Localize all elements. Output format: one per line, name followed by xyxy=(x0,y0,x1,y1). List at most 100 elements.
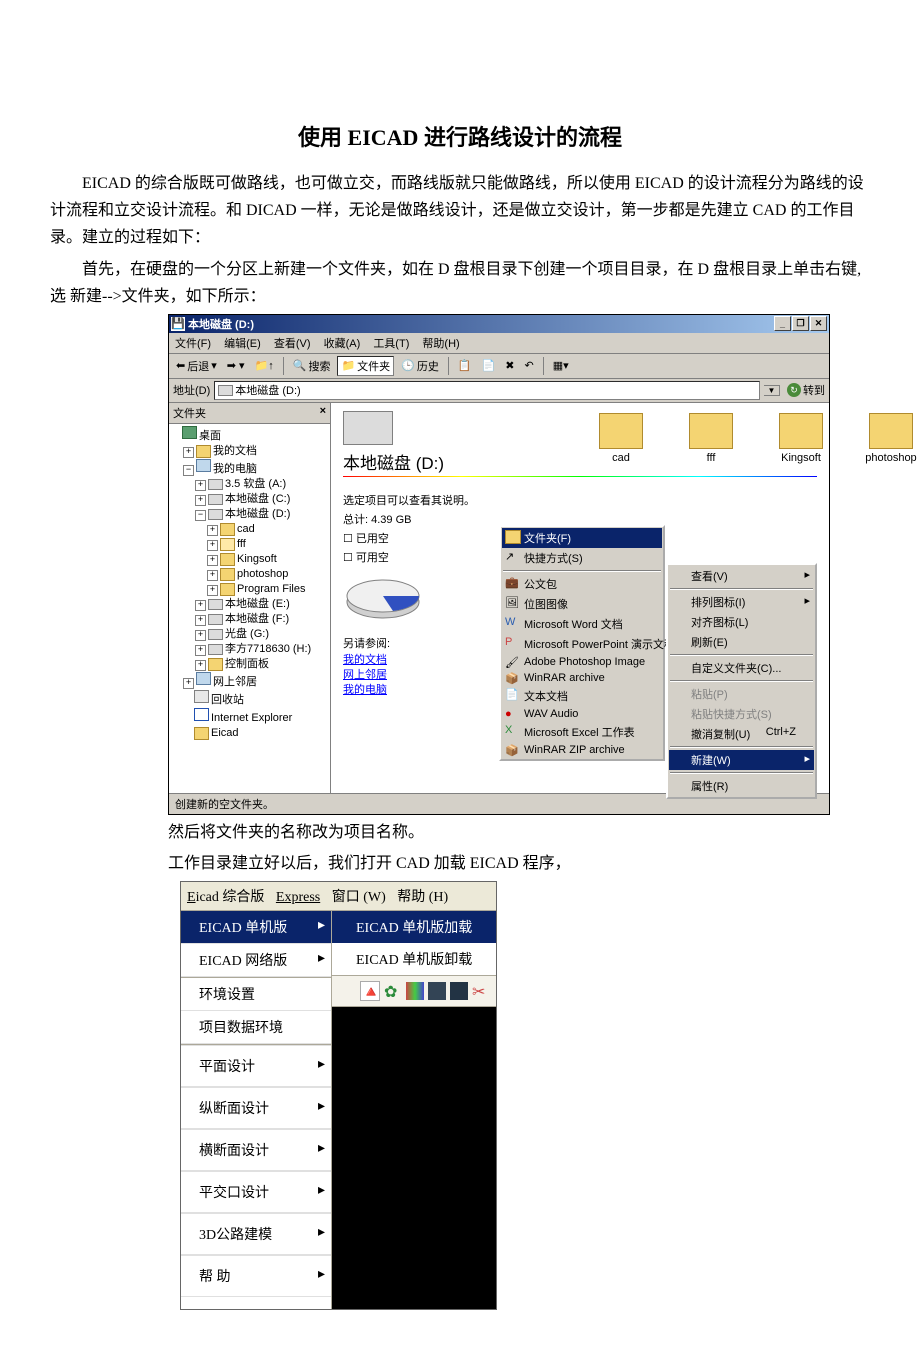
folder-cad[interactable]: cad xyxy=(591,413,651,476)
doc-title: 使用 EICAD 进行路线设计的流程 xyxy=(50,120,870,152)
paragraph-4: 工作目录建立好以后，我们打开 CAD 加载 EICAD 程序， xyxy=(168,850,870,877)
close-button[interactable]: ✕ xyxy=(810,316,827,331)
ctx-view[interactable]: 查看(V)▸ xyxy=(669,566,814,586)
maximize-button[interactable]: ❐ xyxy=(792,316,809,331)
tool-icon-6[interactable]: ✂ xyxy=(472,982,490,1000)
pie-icon xyxy=(343,574,423,624)
tool-icon-3[interactable] xyxy=(406,982,424,1000)
content-pane[interactable]: 本地磁盘 (D:) 选定项目可以查看其说明。 总计: 4.39 GB ☐ 已用空… xyxy=(331,403,829,793)
tool-icon-2[interactable]: ✿ xyxy=(384,982,402,1000)
new-submenu[interactable]: 文件夹(F) ↗快捷方式(S) 💼公文包 🖼位图图像 WMicrosoft Wo… xyxy=(499,525,665,761)
new-shortcut-item[interactable]: ↗快捷方式(S) xyxy=(502,548,662,568)
folders-button[interactable]: 📁文件夹 xyxy=(337,356,394,376)
menu-express[interactable]: Express xyxy=(276,890,320,905)
ctx-new[interactable]: 新建(W)▸ xyxy=(669,750,814,770)
folder-tree[interactable]: 桌面 +我的文档 −我的电脑 +3.5 软盘 (A:) +本地磁盘 (C:) −… xyxy=(169,424,330,743)
eicad-standalone[interactable]: EICAD 单机版▸ xyxy=(181,911,331,944)
drive-large-icon xyxy=(343,411,393,445)
ctx-properties[interactable]: 属性(R) xyxy=(669,776,814,796)
tool-icon-4[interactable] xyxy=(428,982,446,1000)
views-button[interactable]: ▦▾ xyxy=(550,358,572,373)
intersection-design[interactable]: 平交口设计▸ xyxy=(181,1171,331,1213)
eicad-submenu[interactable]: EICAD 单机版加载 EICAD 单机版卸载 xyxy=(332,911,496,976)
new-word[interactable]: WMicrosoft Word 文档 xyxy=(502,614,662,634)
new-psd[interactable]: 🖌Adobe Photoshop Image xyxy=(502,654,662,670)
go-button[interactable]: ↻转到 xyxy=(787,382,825,398)
undo-button[interactable]: ↶ xyxy=(521,358,536,373)
new-txt[interactable]: 📄文本文档 xyxy=(502,686,662,706)
menu-view[interactable]: 查看(V) xyxy=(274,338,311,350)
ctx-refresh[interactable]: 刷新(E) xyxy=(669,632,814,652)
new-briefcase[interactable]: 💼公文包 xyxy=(502,574,662,594)
new-wav[interactable]: ●WAV Audio xyxy=(502,706,662,722)
search-button[interactable]: 🔍搜索 xyxy=(290,357,334,375)
new-zip[interactable]: 📦WinRAR ZIP archive xyxy=(502,742,662,758)
new-excel[interactable]: XMicrosoft Excel 工作表 xyxy=(502,722,662,742)
context-menu[interactable]: 查看(V)▸ 排列图标(I)▸ 对齐图标(L) 刷新(E) 自定义文件夹(C).… xyxy=(666,563,817,799)
plane-design[interactable]: 平面设计▸ xyxy=(181,1045,331,1087)
eicad-toolbar: 🔺 ✿ ✂ xyxy=(332,976,496,1007)
3d-road-model[interactable]: 3D公路建模▸ xyxy=(181,1213,331,1255)
titlebar[interactable]: 💾 本地磁盘 (D:) _ ❐ ✕ xyxy=(169,315,829,333)
move-button[interactable]: 📋 xyxy=(455,358,475,373)
toolbar: ⬅ 后退 ▾ ➡ ▾ 📁↑ 🔍搜索 📁文件夹 🕒历史 📋 📄 ✖ ↶ ▦▾ xyxy=(169,354,829,379)
eicad-menu-window: Eicad Eicad 综合版综合版 Express 窗口 (W) 帮助 (H)… xyxy=(180,881,497,1310)
help[interactable]: 帮 助▸ xyxy=(181,1255,331,1297)
eicad-unload[interactable]: EICAD 单机版卸载 xyxy=(332,943,496,975)
menu-file[interactable]: 文件(F) xyxy=(175,338,211,350)
menubar[interactable]: 文件(F) 编辑(E) 查看(V) 收藏(A) 工具(T) 帮助(H) xyxy=(169,333,829,354)
up-button[interactable]: 📁↑ xyxy=(252,358,277,373)
menu-edit[interactable]: 编辑(E) xyxy=(224,338,261,350)
eicad-left-bot: 平面设计▸ 纵断面设计▸ 横断面设计▸ 平交口设计▸ 3D公路建模▸ 帮 助▸ xyxy=(181,1044,331,1297)
ctx-align[interactable]: 对齐图标(L) xyxy=(669,612,814,632)
ctx-custom[interactable]: 自定义文件夹(C)... xyxy=(669,658,814,678)
folder-fff[interactable]: fff xyxy=(681,413,741,476)
window-title: 本地磁盘 (D:) xyxy=(188,316,774,332)
eicad-load[interactable]: EICAD 单机版加载 xyxy=(332,911,496,943)
tool-icon-5[interactable] xyxy=(450,982,468,1000)
folder-kingsoft[interactable]: Kingsoft xyxy=(771,413,831,476)
history-button[interactable]: 🕒历史 xyxy=(398,357,442,375)
eicad-left-mid: 环境设置 项目数据环境 xyxy=(181,977,331,1044)
address-dropdown[interactable]: ▼ xyxy=(764,385,780,396)
new-bitmap[interactable]: 🖼位图图像 xyxy=(502,594,662,614)
ctx-arrange[interactable]: 排列图标(I)▸ xyxy=(669,592,814,612)
back-button[interactable]: ⬅ 后退 ▾ xyxy=(173,357,220,375)
address-label: 地址(D) xyxy=(173,382,210,398)
crosssection-design[interactable]: 横断面设计▸ xyxy=(181,1129,331,1171)
env-settings[interactable]: 环境设置 xyxy=(181,978,331,1011)
paragraph-2: 首先，在硬盘的一个分区上新建一个文件夹，如在 D 盘根目录下创建一个项目目录，在… xyxy=(50,256,870,310)
ctx-undo[interactable]: 撤消复制(U)Ctrl+Z xyxy=(669,724,814,744)
menu-fav[interactable]: 收藏(A) xyxy=(324,338,361,350)
new-rar[interactable]: 📦WinRAR archive xyxy=(502,670,662,686)
forward-button[interactable]: ➡ ▾ xyxy=(224,358,248,373)
project-data-env[interactable]: 项目数据环境 xyxy=(181,1011,331,1044)
folder-icons: cad fff Kingsoft photoshop Program Files xyxy=(591,413,920,476)
delete-button[interactable]: ✖ xyxy=(502,358,517,373)
menu-tools[interactable]: 工具(T) xyxy=(373,338,409,350)
tree-pane: 文件夹× 桌面 +我的文档 −我的电脑 +3.5 软盘 (A:) +本地磁盘 (… xyxy=(169,403,331,793)
eicad-network[interactable]: EICAD 网络版▸ xyxy=(181,944,331,977)
drive-icon: 💾 xyxy=(171,317,185,331)
cad-viewport[interactable] xyxy=(332,1007,496,1309)
ctx-paste-shortcut: 粘贴快捷方式(S) xyxy=(669,704,814,724)
new-folder-item[interactable]: 文件夹(F) xyxy=(502,528,662,548)
menu-eicad[interactable]: Eicad Eicad 综合版综合版 xyxy=(187,890,264,905)
minimize-button[interactable]: _ xyxy=(774,316,791,331)
copy-button[interactable]: 📄 xyxy=(479,358,499,373)
tool-icon-1[interactable]: 🔺 xyxy=(360,981,380,1001)
folder-photoshop[interactable]: photoshop xyxy=(861,413,920,476)
menu-help[interactable]: 帮助(H) xyxy=(422,338,459,350)
eicad-left-top: EICAD 单机版▸ EICAD 网络版▸ xyxy=(181,911,331,977)
paragraph-3: 然后将文件夹的名称改为项目名称。 xyxy=(168,819,870,846)
explorer-window: 💾 本地磁盘 (D:) _ ❐ ✕ 文件(F) 编辑(E) 查看(V) 收藏(A… xyxy=(168,314,830,815)
menu-window[interactable]: 窗口 (W) xyxy=(332,890,386,905)
address-bar: 地址(D) 本地磁盘 (D:) ▼ ↻转到 xyxy=(169,379,829,403)
eicad-menubar[interactable]: Eicad Eicad 综合版综合版 Express 窗口 (W) 帮助 (H) xyxy=(181,882,496,911)
address-input[interactable]: 本地磁盘 (D:) xyxy=(214,381,760,400)
menu-help[interactable]: 帮助 (H) xyxy=(397,890,448,905)
tree-close-icon[interactable]: × xyxy=(320,405,326,421)
new-ppt[interactable]: PMicrosoft PowerPoint 演示文稿 xyxy=(502,634,662,654)
paragraph-1: EICAD 的综合版既可做路线，也可做立交，而路线版就只能做路线，所以使用 EI… xyxy=(50,170,870,252)
profile-design[interactable]: 纵断面设计▸ xyxy=(181,1087,331,1129)
